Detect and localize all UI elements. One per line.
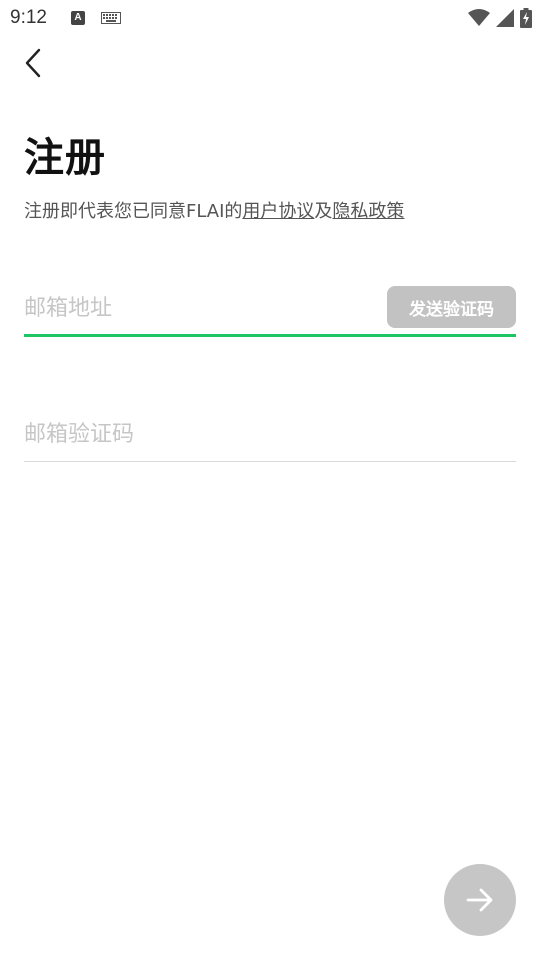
verification-code-input[interactable] bbox=[24, 414, 516, 454]
wifi-icon bbox=[468, 9, 490, 26]
keyboard-icon bbox=[101, 12, 121, 24]
email-underline bbox=[24, 334, 516, 337]
status-time: 9:12 bbox=[10, 7, 47, 28]
signal-icon bbox=[496, 9, 514, 27]
arrow-right-icon bbox=[466, 888, 493, 912]
battery-charging-icon bbox=[520, 8, 532, 28]
user-agreement-link[interactable]: 用户协议 bbox=[242, 201, 314, 222]
next-button[interactable] bbox=[444, 864, 516, 936]
agreement-prefix: 注册即代表您已同意FLAI的 bbox=[24, 201, 243, 222]
status-icons bbox=[468, 7, 532, 29]
code-underline bbox=[24, 461, 516, 462]
page-title: 注册 bbox=[24, 135, 106, 181]
agreement-connector: 及 bbox=[314, 201, 333, 222]
back-button[interactable] bbox=[16, 46, 50, 80]
send-code-button[interactable]: 发送验证码 bbox=[387, 286, 516, 328]
code-field-row bbox=[24, 412, 516, 464]
notification-a-icon: A bbox=[71, 11, 85, 25]
privacy-policy-link[interactable]: 隐私政策 bbox=[332, 201, 404, 222]
email-field-row: 发送验证码 bbox=[24, 284, 516, 338]
agreement-text: 注册即代表您已同意FLAI的用户协议及隐私政策 bbox=[24, 199, 404, 225]
back-arrow-icon bbox=[25, 48, 41, 78]
email-input[interactable] bbox=[24, 288, 374, 328]
status-bar: 9:12 A bbox=[0, 0, 540, 36]
